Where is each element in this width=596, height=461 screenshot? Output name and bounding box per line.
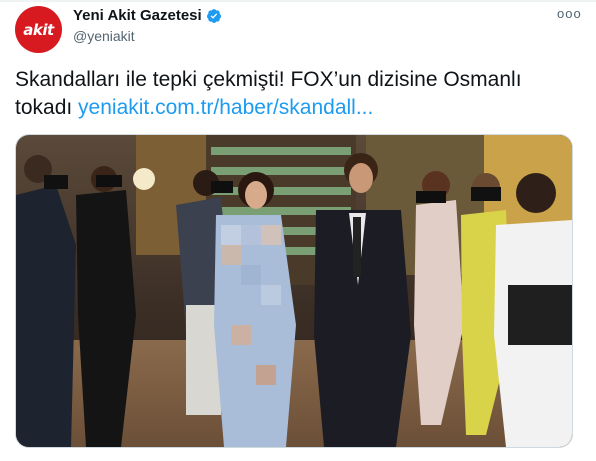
more-options-icon[interactable]: ooo <box>557 6 582 21</box>
verified-badge-icon <box>206 8 221 23</box>
account-name-row: Yeni Akit Gazetesi <box>73 7 222 24</box>
account-handle[interactable]: @yeniakit <box>73 28 135 44</box>
tweet-link[interactable]: yeniakit.com.tr/haber/skandall... <box>78 96 373 119</box>
top-divider <box>0 0 596 2</box>
avatar[interactable]: akit <box>15 6 62 53</box>
photo-image <box>16 135 572 447</box>
tweet-text: Skandalları ile tepki çekmişti! FOX’un d… <box>15 66 575 122</box>
display-name[interactable]: Yeni Akit Gazetesi <box>73 7 202 24</box>
tweet-photo[interactable] <box>15 134 573 448</box>
